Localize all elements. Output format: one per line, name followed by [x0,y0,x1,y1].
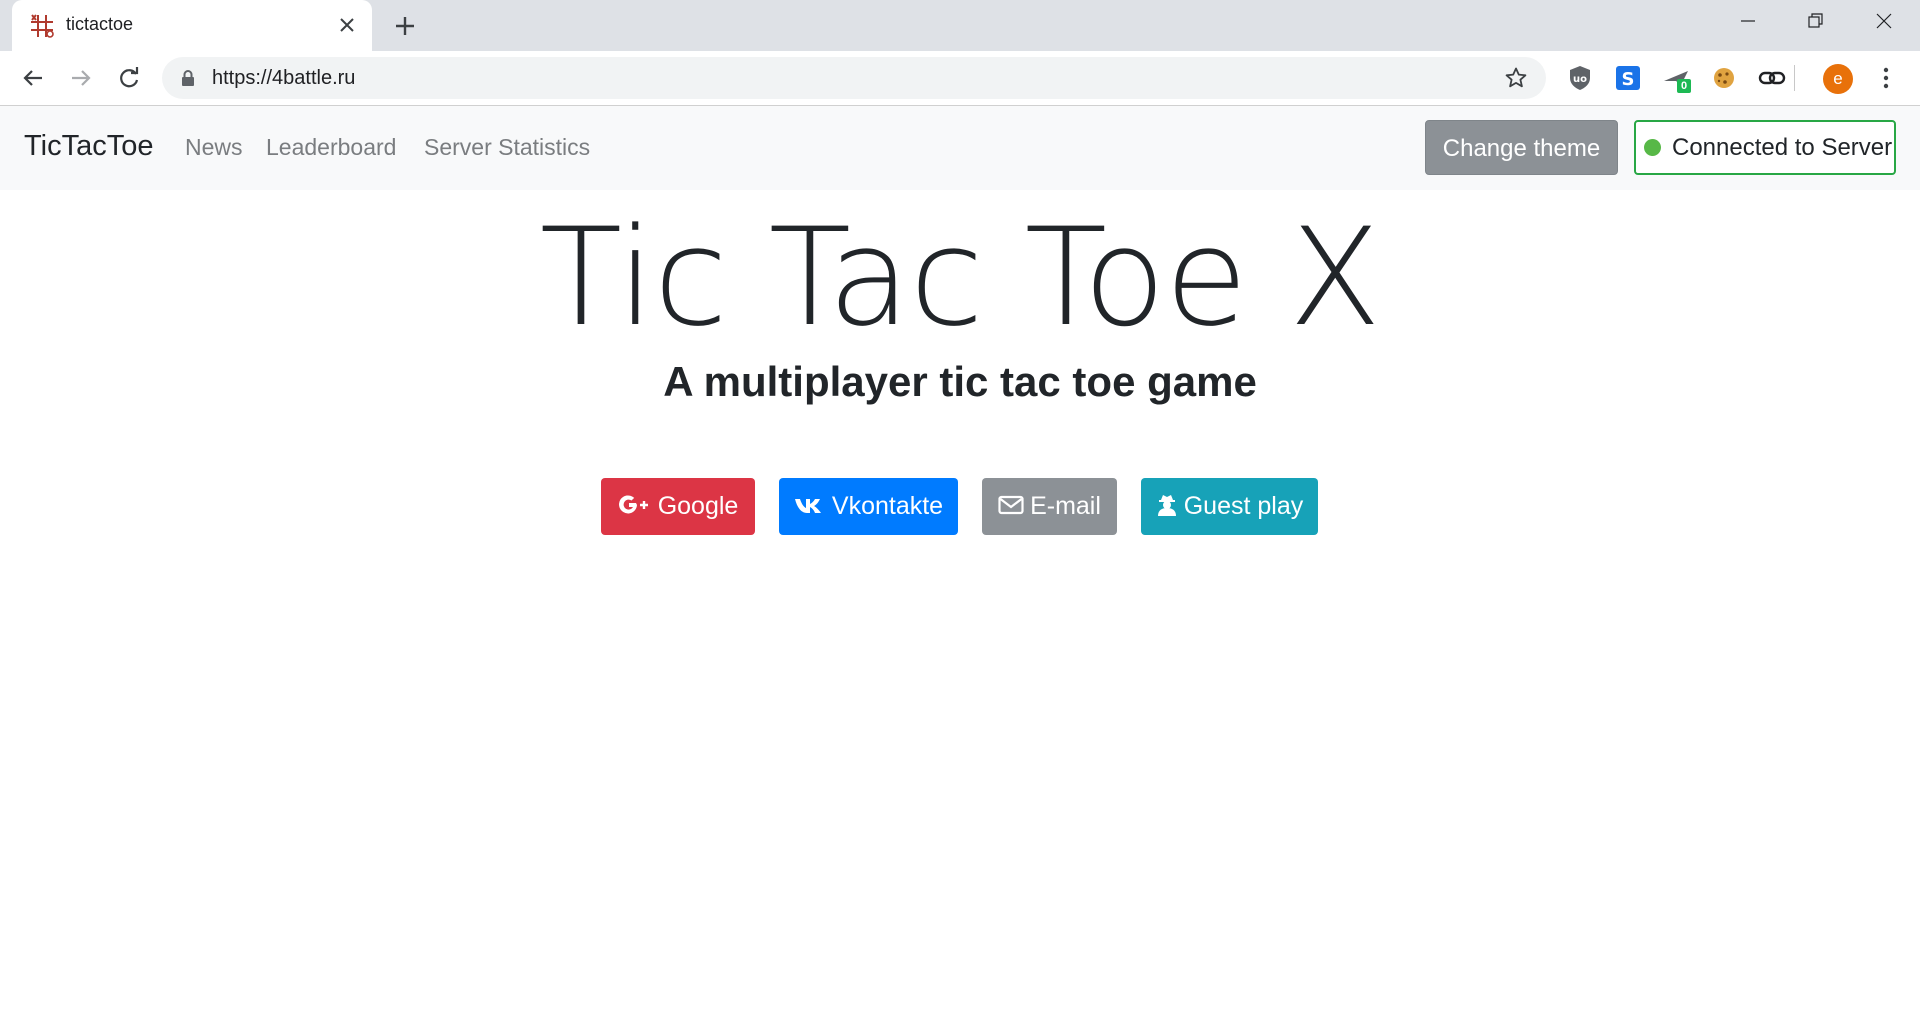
reload-icon[interactable] [114,63,144,93]
google-plus-icon [618,495,648,514]
url-text: https://4battle.ru [212,67,356,89]
close-window-button[interactable] [1850,0,1918,44]
browser-toolbar: https://4battle.ru uo S 0 e [0,51,1920,106]
close-tab-icon[interactable] [334,12,360,38]
guest-play-button[interactable]: Guest play [1141,478,1318,535]
page-title: Tic Tac Toe X [539,199,1382,356]
close-icon [1876,13,1892,29]
browser-tab[interactable]: tictactoe [12,0,372,51]
restore-window-button[interactable] [1782,0,1850,44]
email-button-label: E-mail [1030,492,1101,520]
svg-text:uo: uo [1573,74,1587,85]
forward-arrow-icon[interactable] [66,63,96,93]
status-dot-icon [1644,139,1661,156]
google-button-label: Google [657,492,739,520]
lock-icon [182,70,194,86]
link-icon[interactable] [1757,63,1787,93]
minimize-icon [1741,20,1755,22]
connection-status-label: Connected to Server [1672,134,1893,161]
back-arrow-icon[interactable] [18,63,48,93]
svg-text:S: S [1622,69,1635,90]
email-login-button[interactable]: E-mail [982,478,1117,535]
nav-link-server-statistics[interactable]: Server Statistics [424,134,590,161]
brand-link[interactable]: TicTacToe [24,130,153,163]
restore-icon [1808,13,1823,28]
nav-link-news[interactable]: News [185,134,243,161]
google-login-button[interactable]: Google [601,478,755,535]
guest-play-button-label: Guest play [1183,492,1304,520]
ublock-shield-icon[interactable]: uo [1565,63,1595,93]
toolbar-divider [1794,65,1795,91]
tictactoe-favicon-icon [31,14,54,38]
s-extension-icon[interactable]: S [1613,63,1643,93]
site-navbar: TicTacToe News Leaderboard Server Statis… [0,106,1920,190]
new-tab-icon[interactable] [390,11,420,41]
cookie-icon[interactable] [1709,63,1739,93]
browser-tabstrip: tictactoe [0,0,1920,51]
page-subtitle: A multiplayer tic tac toe game [663,358,1257,405]
change-theme-button[interactable]: Change theme [1425,120,1618,175]
plane-extension[interactable]: 0 [1661,63,1691,93]
address-bar[interactable]: https://4battle.ru [162,57,1546,99]
nav-link-leaderboard[interactable]: Leaderboard [266,134,396,161]
vk-icon [794,499,821,514]
envelope-icon [998,496,1024,515]
kebab-menu-icon[interactable] [1876,63,1896,93]
minimize-window-button[interactable] [1714,0,1782,44]
profile-avatar[interactable]: e [1823,64,1853,94]
vkontakte-login-button[interactable]: Vkontakte [779,478,958,535]
connection-status-button[interactable]: Connected to Server [1634,120,1896,175]
extension-badge: 0 [1677,79,1691,93]
bookmark-star-icon[interactable] [1504,66,1528,90]
tab-title: tictactoe [66,14,134,34]
user-secret-icon [1157,495,1176,517]
vkontakte-button-label: Vkontakte [831,492,944,520]
